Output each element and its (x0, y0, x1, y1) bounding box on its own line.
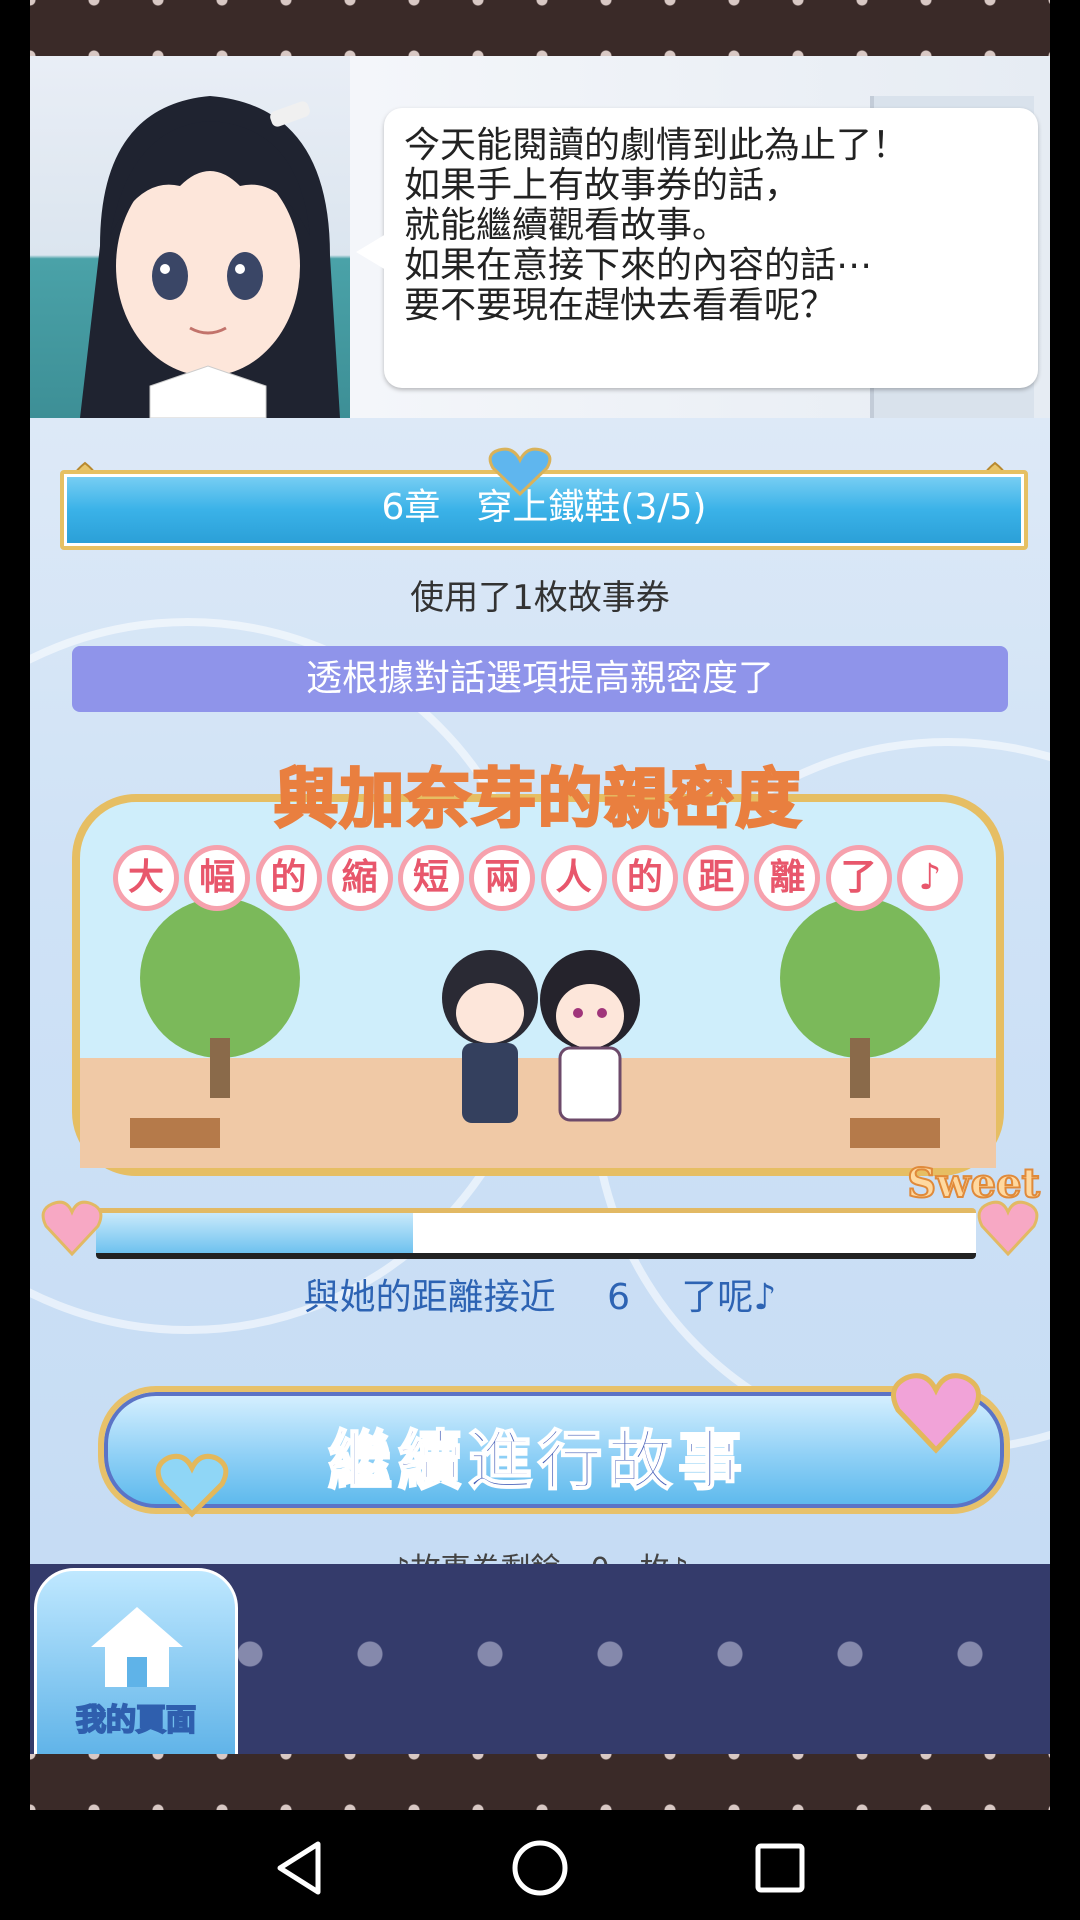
heart-icon (891, 1373, 981, 1454)
subtitle-char: 短 (403, 850, 460, 906)
dialogue-scene: 今天能閱讀的劇情到此為止了！ 如果手上有故事券的話， 就能繼續觀看故事。 如果在… (30, 56, 1050, 418)
affection-meter (40, 1192, 1040, 1264)
dialogue-line: 就能繼續觀看故事。 (404, 205, 729, 246)
distance-prefix: 與她的距離接近 (303, 1277, 556, 1318)
top-decor-band (30, 0, 1050, 56)
ticket-remaining-text: ♪故事券剩餘 0 枚♪ (30, 1544, 1050, 1564)
dialogue-line: 今天能閱讀的劇情到此為止了！ (404, 125, 909, 166)
subtitle-char: 離 (759, 850, 816, 906)
heart-icon (41, 1200, 103, 1256)
ticket-used-text: 使用了1枚故事券 (410, 578, 670, 618)
affection-card: 與加奈芽的親密度 大 幅 的 縮 短 兩 人 的 距 離 了 ♪ (70, 738, 1006, 1178)
dialogue-line: 如果在意接下來的內容的話⋯ (404, 245, 873, 286)
my-page-button[interactable]: 我的頁面 (34, 1568, 238, 1760)
my-page-label[interactable]: 我的頁面 (37, 1695, 235, 1739)
game-frame: 今天能閱讀的劇情到此為止了！ 如果手上有故事券的話， 就能繼續觀看故事。 如果在… (30, 0, 1050, 1810)
affection-notice: 透根據對話選項提高親密度了 (72, 646, 1008, 712)
home-icon (91, 1607, 183, 1687)
subtitle-char: ♪ (901, 850, 958, 906)
result-panel: 6章 穿上鐵鞋(3/5) 使用了1枚故事券 透根據對話選項提高親密度了 與加奈芽… (30, 418, 1050, 1564)
affection-bar-fill (96, 1213, 413, 1253)
dialogue-line: 如果手上有故事券的話， (404, 165, 801, 206)
character-portrait (80, 96, 340, 418)
subtitle-char: 距 (688, 850, 745, 906)
subtitle-char: 了 (830, 850, 887, 906)
heart-icon (155, 1453, 229, 1518)
continue-story-button[interactable]: 繼續進行故事 (68, 1373, 1010, 1518)
bottom-decor-band (30, 1754, 1050, 1810)
android-nav-bar (0, 1810, 1080, 1920)
affection-heading: 與加奈芽的親密度 (273, 762, 802, 839)
subtitle-char: 人 (545, 850, 602, 906)
dialogue-line: 要不要現在趕快去看看呢？ (404, 285, 837, 326)
back-icon[interactable] (270, 1838, 330, 1898)
affection-bar-track (96, 1208, 976, 1259)
circle-home-icon[interactable] (510, 1838, 570, 1898)
dialogue-bubble: 今天能閱讀的劇情到此為止了！ 如果手上有故事券的話， 就能繼續觀看故事。 如果在… (356, 108, 1038, 388)
affection-subtitle: 大 幅 的 縮 短 兩 人 的 距 離 了 ♪ (118, 850, 958, 906)
heart-icon (977, 1200, 1039, 1256)
heart-icon (488, 447, 552, 496)
subtitle-char: 縮 (331, 850, 388, 906)
subtitle-char: 的 (616, 850, 673, 906)
square-recents-icon[interactable] (750, 1838, 810, 1898)
distance-suffix: 了呢♪ (681, 1277, 777, 1318)
subtitle-char: 兩 (474, 850, 531, 906)
distance-text: 與她的距離接近 6 了呢♪ (30, 1268, 1050, 1320)
subtitle-char: 的 (260, 850, 317, 906)
distance-value: 6 (607, 1277, 630, 1318)
subtitle-char: 大 (118, 850, 174, 906)
subtitle-char: 幅 (189, 850, 246, 906)
